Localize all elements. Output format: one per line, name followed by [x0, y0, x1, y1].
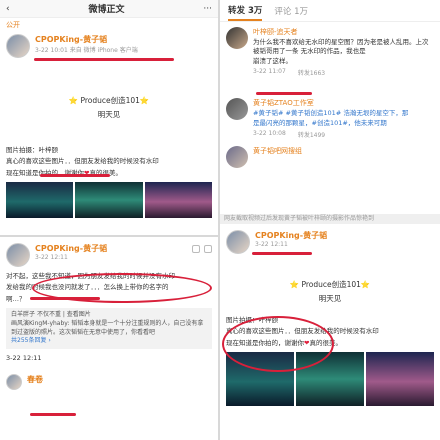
avatar[interactable] [226, 146, 248, 169]
red-circle [32, 273, 212, 303]
reply-panel-bottom-left: CPOPKing-黄子韬 3-22 12:11 对不起，这些我不知道，因为朋友发… [0, 237, 218, 440]
share-icon[interactable] [192, 245, 200, 253]
comment-text: #黄子韬# #黄子韬创造101# 浩瀚无垠的星空下，那 [253, 109, 409, 118]
tab-comments[interactable]: 评论 1万 [274, 5, 308, 21]
comment-item: 叶梓颐-追天者 为什么我不喜欢给无水印的星空图？因为老是被人乱用。上次被韬哥用了… [220, 22, 440, 79]
post-header: ‹ 微博正文 ··· [0, 0, 218, 18]
aurora-photo[interactable] [75, 182, 143, 219]
post-body-line: 真心的喜欢这些图片．．但朋友发给我的时候没有水印 [6, 157, 159, 166]
comments-panel-top-right: 转发 3万 评论 1万 叶梓颐-追天者 为什么我不喜欢给无水印的星空图？因为老是… [220, 0, 440, 222]
author-name[interactable]: 春卷 [27, 374, 43, 385]
author-name[interactable]: CPOPKing-黄子韬 [35, 243, 107, 254]
comment-item: 黄子韬吧网搜组 [220, 141, 440, 170]
comment-text-2: 是最闪亮的那颗星，#创造101#，他未来可期 [253, 119, 387, 128]
red-circle [222, 316, 334, 372]
visibility-label: 公开 [6, 21, 20, 29]
weibo-post-panel-bottom-right: CPOPKing-黄子韬 3-22 12:11 ⭐ Produce创造101⭐ … [220, 224, 440, 440]
page-title: 微博正文 [88, 5, 125, 15]
comment-author[interactable]: 叶梓颐-追天者 [253, 27, 434, 37]
avatar[interactable] [6, 34, 30, 58]
aurora-photo[interactable] [366, 352, 434, 407]
avatar[interactable] [226, 27, 248, 49]
avatar[interactable] [226, 230, 250, 254]
weibo-post-panel-top-left: ‹ 微博正文 ··· 公开 CPOPKing-黄子韬 3-22 10:01 来自… [0, 0, 218, 235]
post-headline: ⭐ Produce创造101⭐ [289, 280, 371, 289]
comment-text: 为什么我不喜欢给无水印的星空图？因为老是被人乱用。上次被韬哥用了一条 无水印的作… [253, 38, 429, 56]
quoted-body: 画风演KingM-yhaby: 韬韬本身就是一个十分注重规则的人，自己没有拿到过… [11, 319, 204, 336]
author-name[interactable]: CPOPKing-黄子韬 [255, 230, 327, 241]
view-replies-link[interactable]: 共255条回复 › [11, 337, 207, 346]
avatar[interactable] [226, 98, 248, 121]
comment-author[interactable]: 黄子韬ZTAO工作室 [253, 98, 408, 108]
quoted-reply[interactable]: 白羊胖子 不仅不重 | 查看图片 画风演KingM-yhaby: 韬韬本身就是一… [6, 308, 212, 350]
back-icon[interactable]: ‹ [6, 4, 10, 14]
reply-time-header: 3-22 12:11 [35, 254, 68, 261]
post-headline: ⭐ Produce创造101⭐ [68, 96, 150, 105]
avatar[interactable] [6, 374, 22, 391]
red-underline [256, 92, 312, 95]
post-meta: 3-22 10:01 来自 微博 iPhone 客户端 [35, 47, 138, 54]
avatar[interactable] [6, 243, 30, 267]
photo-grid [0, 179, 218, 221]
red-underline [252, 252, 312, 255]
comment-author[interactable]: 黄子韬吧网搜组 [253, 146, 302, 168]
comment-stat: 转发1663 [297, 70, 326, 78]
red-underline [30, 413, 76, 416]
reply-author[interactable]: CPOPKing-黄子韬 3-22 12:11 [0, 237, 218, 269]
caption-strip: 网友截取视频过后发现黄子韬被叶梓颐的摄影作品惊艳到 [220, 214, 440, 224]
like-icon[interactable] [204, 245, 212, 253]
comment-item: 黄子韬ZTAO工作室 #黄子韬# #黄子韬创造101# 浩瀚无垠的星空下，那 是… [220, 93, 440, 141]
post-subline: 明天见 [97, 110, 121, 119]
photo-credit: 图片拍摄：叶梓颐 [6, 146, 58, 154]
comment-tabs: 转发 3万 评论 1万 [220, 0, 440, 22]
post-meta: 3-22 12:11 [255, 241, 288, 248]
red-underline [40, 174, 110, 177]
aurora-photo[interactable] [6, 182, 74, 219]
next-comment-author[interactable]: 春卷 [0, 372, 218, 392]
comment-stat: 转发1499 [297, 132, 326, 140]
aurora-photo[interactable] [144, 182, 212, 219]
more-icon[interactable]: ··· [203, 4, 212, 14]
red-underline [34, 58, 174, 61]
author-name[interactable]: CPOPKing-黄子韬 [35, 34, 138, 45]
comment-text-2: 崩溃了这样。 [253, 57, 292, 66]
post-author[interactable]: CPOPKing-黄子韬 3-22 10:01 来自 微博 iPhone 客户端 [0, 32, 218, 60]
tab-reposts[interactable]: 转发 3万 [228, 4, 263, 21]
post-subline: 明天见 [318, 294, 342, 303]
comment-time: 3-22 11:07 [253, 68, 286, 76]
quoted-user: 白羊胖子 不仅不重 | 查看图片 [11, 311, 91, 319]
action-icons [192, 245, 212, 253]
comment-time: 3-22 10:08 [253, 130, 286, 138]
reply-time: 3-22 12:11 [6, 354, 42, 363]
